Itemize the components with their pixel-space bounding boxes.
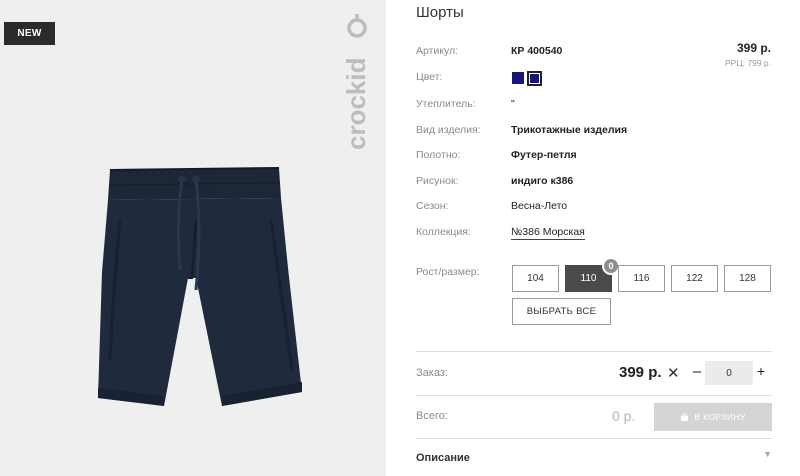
description-toggle[interactable]: Описание: [416, 452, 470, 464]
size-label: Рост/размер:: [416, 266, 480, 278]
spec-label: Коллекция:: [416, 226, 471, 238]
increase-quantity-button[interactable]: +: [753, 363, 769, 381]
decrease-quantity-button[interactable]: –: [689, 363, 705, 381]
spec-type: Вид изделия: Трикотажные изделия: [416, 124, 776, 140]
color-swatch[interactable]: [512, 72, 524, 84]
spec-value: ": [511, 98, 515, 110]
order-price: 399 р.: [619, 364, 662, 381]
spec-insulation: Утеплитель: ": [416, 98, 776, 114]
size-button-128[interactable]: 128: [724, 265, 771, 292]
divider: [416, 395, 772, 396]
spec-value: Футер-петля: [511, 149, 577, 161]
product-photo[interactable]: NEW crockid: [0, 0, 386, 476]
spec-value: Весна-Лето: [511, 200, 568, 212]
total-label: Всего:: [416, 410, 448, 422]
cart-icon: [681, 412, 689, 421]
spec-season: Сезон: Весна-Лето: [416, 200, 776, 216]
size-button-116[interactable]: 116: [618, 265, 665, 292]
spec-label: Утеплитель:: [416, 98, 476, 110]
total-value: 0 р.: [612, 408, 636, 424]
spec-value: КР 400540: [511, 45, 563, 57]
spec-fabric: Полотно: Футер-петля: [416, 149, 776, 165]
divider: [416, 351, 772, 352]
svg-text:crockid: crockid: [341, 58, 371, 151]
spec-label: Сезон:: [416, 200, 449, 212]
new-badge: NEW: [4, 22, 55, 45]
spec-pattern: Рисунок: индиго к386: [416, 175, 776, 191]
add-to-cart-button[interactable]: В КОРЗИНУ: [654, 403, 772, 431]
spec-label: Полотно:: [416, 149, 461, 161]
spec-color: Цвет:: [416, 71, 776, 87]
spec-label: Цвет:: [416, 71, 443, 83]
spec-article: Артикул: КР 400540: [416, 45, 776, 61]
spec-label: Вид изделия:: [416, 124, 481, 136]
size-button-122[interactable]: 122: [671, 265, 718, 292]
size-button-104[interactable]: 104: [512, 265, 559, 292]
divider: [416, 438, 772, 439]
color-swatch-selected[interactable]: [527, 71, 542, 86]
chevron-down-icon[interactable]: ▼: [763, 449, 772, 459]
select-all-button[interactable]: ВЫБРАТЬ ВСЕ: [512, 298, 611, 325]
spec-value: индиго к386: [511, 175, 574, 187]
add-to-cart-label: В КОРЗИНУ: [694, 412, 746, 422]
order-label: Заказ:: [416, 367, 448, 379]
product-info: Шорты 399 р. РРЦ: 799 р. Артикул: КР 400…: [416, 0, 776, 476]
shorts-image: [98, 167, 302, 406]
spec-collection: Коллекция: №386 Морская: [416, 226, 776, 242]
collection-link[interactable]: №386 Морская: [511, 226, 585, 240]
brand-logo: crockid: [341, 14, 371, 151]
spec-value: Трикотажные изделия: [511, 124, 628, 136]
quantity-input[interactable]: [705, 361, 753, 385]
spec-label: Рисунок:: [416, 175, 459, 187]
product-title: Шорты: [416, 4, 464, 21]
times-icon: ✕: [667, 365, 680, 382]
spec-label: Артикул:: [416, 45, 459, 57]
